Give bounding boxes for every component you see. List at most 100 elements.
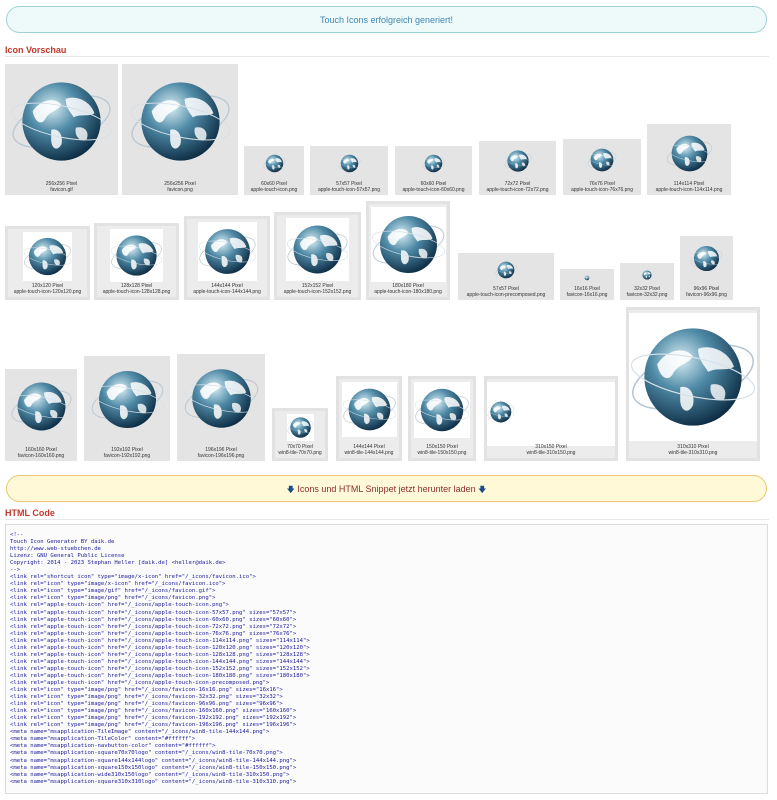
globe-icon	[197, 222, 257, 281]
code-line: <link rel="icon" type="image/png" href="…	[10, 701, 283, 708]
icon-filename-label: favicon-160x160.png	[17, 453, 65, 459]
icon-card: 57x57 Pixel apple-touch-icon-precomposed.…	[458, 253, 554, 300]
icon-card: 128x128 Pixel apple-touch-icon-128x128.pn…	[94, 223, 179, 300]
icon-card: 310x150 Pixel win8-tile-310x150.png	[484, 376, 618, 461]
code-line: <link rel="icon" type="image/x-icon" hre…	[10, 581, 226, 588]
globe-icon	[487, 382, 515, 442]
globe-icon	[584, 275, 590, 281]
globe-icon	[110, 229, 163, 282]
globe-icon	[690, 242, 723, 275]
icon-card: 57x57 Pixel apple-touch-icon-57x57.png	[310, 146, 388, 195]
code-line: <link rel="apple-touch-icon" href="/_ico…	[10, 651, 310, 658]
globe-icon	[414, 382, 470, 438]
icon-card: 150x150 Pixel win8-tile-150x150.png	[408, 376, 476, 461]
globe-icon	[10, 70, 113, 173]
code-line: <link rel="icon" type="image/png" href="…	[10, 722, 297, 729]
globe-icon	[629, 313, 757, 441]
globe-icon	[10, 375, 73, 438]
code-line: http://www.web-stuebchen.de	[10, 546, 101, 553]
icon-filename-label: win8-tile-70x70.png	[278, 450, 322, 456]
code-line: <link rel="apple-touch-icon" href="/_ico…	[10, 672, 310, 679]
code-line: <link rel="apple-touch-icon" href="/_ico…	[10, 637, 310, 644]
globe-icon	[286, 218, 349, 281]
icon-filename-label: apple-touch-icon-120x120.png	[13, 289, 82, 295]
download-button[interactable]: 🡇 Icons und HTML Snippet jetzt herunter …	[6, 475, 767, 502]
code-line: <link rel="icon" type="image/png" href="…	[10, 687, 283, 694]
icon-card: 120x120 Pixel apple-touch-icon-120x120.pn…	[5, 226, 90, 300]
icon-card: 70x70 Pixel win8-tile-70x70.png	[272, 408, 328, 461]
icon-card: 32x32 Pixel favicon-32x32.png	[620, 263, 674, 300]
icon-card: 76x76 Pixel apple-touch-icon-76x76.png	[563, 139, 641, 195]
code-line: <link rel="apple-touch-icon" href="/_ico…	[10, 623, 297, 630]
code-line: <link rel="apple-touch-icon" href="/_ico…	[10, 609, 297, 616]
code-line: <link rel="apple-touch-icon" href="/_ico…	[10, 679, 270, 686]
code-line: <meta name="msapplication-wide310x150log…	[10, 771, 290, 778]
icon-card: 310x310 Pixel win8-tile-310x310.png	[626, 307, 760, 461]
globe-icon	[641, 269, 653, 281]
code-line: <link rel="apple-touch-icon" href="/_ico…	[10, 658, 310, 665]
code-line: <link rel="icon" type="image/png" href="…	[10, 715, 297, 722]
icon-card: 256x256 Pixel favicon.gif	[5, 64, 118, 195]
code-line: <meta name="msapplication-square144x144l…	[10, 757, 297, 764]
icon-card: 144x144 Pixel apple-touch-icon-144x144.pn…	[184, 216, 270, 300]
icon-filename-label: favicon.png	[167, 187, 193, 193]
code-line: -->	[10, 567, 21, 574]
icon-filename-label: win8-tile-144x144.png	[344, 450, 394, 456]
icon-filename-label: apple-touch-icon-72x72.png	[486, 187, 549, 193]
icon-filename-label: favicon-16x16.png	[566, 292, 608, 298]
globe-icon	[286, 414, 314, 441]
icon-card: 60x60 Pixel apple-touch-icon.png	[244, 146, 304, 195]
icon-card: 196x196 Pixel favicon-196x196.png	[177, 354, 265, 461]
code-line: <link rel="apple-touch-icon" href="/_ico…	[10, 630, 297, 637]
icon-card: 192x192 Pixel favicon-192x192.png	[84, 356, 170, 461]
code-line: <link rel="icon" type="image/png" href="…	[10, 595, 216, 602]
icon-card: 180x180 Pixel apple-touch-icon-180x180.pn…	[366, 201, 450, 300]
icon-filename-label: apple-touch-icon-180x180.png	[374, 289, 442, 295]
icon-filename-label: win8-tile-310x310.png	[668, 450, 718, 456]
icon-card: 160x160 Pixel favicon-160x160.png	[5, 369, 77, 461]
icon-card: 16x16 Pixel favicon-16x16.png	[560, 269, 614, 300]
code-line: Lizenz: GNU General Public License	[10, 553, 125, 560]
success-alert: Touch Icons erfolgreich generiert!	[6, 6, 767, 33]
code-line: <link rel="icon" type="image/png" href="…	[10, 694, 283, 701]
icon-card: 114x114 Pixel apple-touch-icon-114x114.pn…	[647, 124, 731, 195]
icon-filename-label: apple-touch-icon-152x152.png	[283, 289, 352, 295]
code-line: <link rel="shortcut icon" type="image/x-…	[10, 574, 256, 581]
globe-icon	[422, 152, 445, 175]
icon-filename-label: apple-touch-icon-57x57.png	[318, 187, 380, 193]
icon-filename-label: favicon-32x32.png	[626, 292, 668, 298]
icon-card: 60x60 Pixel apple-touch-icon-60x60.png	[395, 146, 472, 195]
globe-icon	[341, 382, 397, 437]
icon-card: 144x144 Pixel win8-tile-144x144.png	[336, 376, 402, 461]
code-line: Touch Icon Generator BY daik.de	[10, 539, 115, 546]
code-line: <link rel="icon" type="image/gif" href="…	[10, 588, 216, 595]
icon-card: 72x72 Pixel apple-touch-icon-72x72.png	[479, 141, 556, 195]
icon-preview-heading: Icon Vorschau	[5, 45, 67, 55]
code-line: <link rel="apple-touch-icon" href="/_ico…	[10, 644, 310, 651]
icon-filename-label: apple-touch-icon-precomposed.png	[466, 292, 546, 298]
arrow-down-icon: 🡇	[478, 485, 487, 494]
icon-filename-label: win8-tile-310x150.png	[526, 450, 576, 456]
globe-icon	[263, 152, 286, 175]
html-code-box[interactable]: <!-- Touch Icon Generator BY daik.de http:…	[5, 524, 768, 794]
code-line: <meta name="msapplication-square70x70log…	[10, 750, 283, 757]
code-line: <link rel="apple-touch-icon" href="/_ico…	[10, 602, 229, 609]
code-line: <link rel="icon" type="image/png" href="…	[10, 708, 297, 715]
code-line: <meta name="msapplication-TileColor" con…	[10, 736, 196, 743]
divider	[5, 56, 769, 57]
globe-icon	[90, 362, 165, 437]
html-code-heading: HTML Code	[5, 508, 55, 518]
globe-icon	[504, 147, 532, 175]
icon-filename-label: favicon-192x192.png	[103, 453, 151, 459]
code-line: <meta name="msapplication-TileImage" con…	[10, 729, 270, 736]
globe-icon	[666, 130, 713, 177]
icon-filename-label: favicon-96x96.png	[686, 292, 727, 298]
code-line: <meta name="msapplication-square310x310l…	[10, 778, 297, 785]
icon-filename-label: apple-touch-icon-76x76.png	[571, 187, 633, 193]
divider	[5, 519, 769, 520]
globe-icon	[587, 145, 617, 175]
globe-icon	[183, 360, 260, 437]
icon-filename-label: apple-touch-icon-114x114.png	[655, 187, 723, 193]
globe-icon	[338, 152, 361, 175]
code-line: <meta name="msapplication-square150x150l…	[10, 764, 297, 771]
